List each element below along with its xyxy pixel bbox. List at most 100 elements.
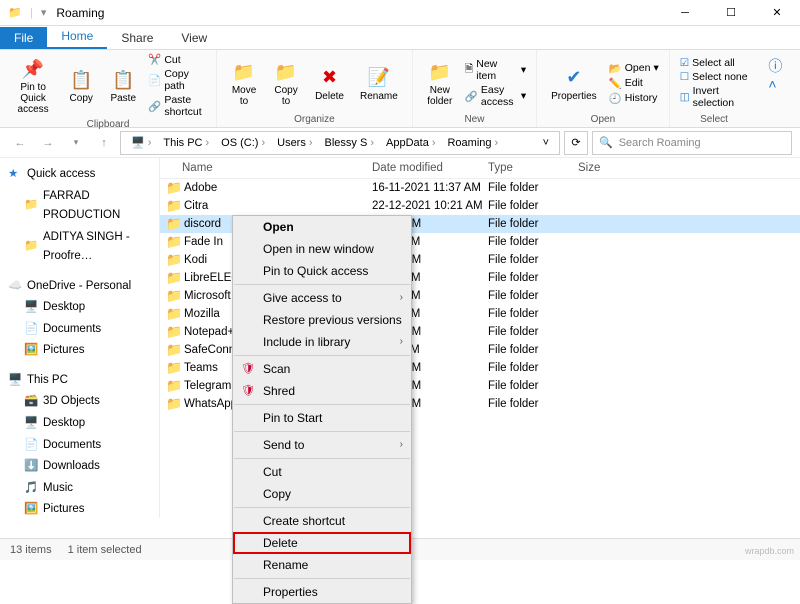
ctx-pin-quick[interactable]: Pin to Quick access: [233, 260, 411, 282]
ctx-include[interactable]: Include in library›: [233, 331, 411, 353]
properties-button[interactable]: ✔︎Properties: [545, 52, 603, 114]
refresh-button[interactable]: ⟳: [564, 131, 588, 155]
ctx-rename[interactable]: Rename: [233, 554, 411, 576]
ctx-copy[interactable]: Copy: [233, 483, 411, 505]
nav-aditya[interactable]: 📁ADITYA SINGH - Proofre…: [4, 227, 155, 268]
breadcrumb-segment[interactable]: Users ›: [271, 135, 318, 151]
breadcrumb-segment[interactable]: Roaming ›: [441, 135, 504, 151]
delete-button[interactable]: ✖Delete: [309, 52, 350, 114]
nav-desktop[interactable]: 🖥️Desktop: [4, 413, 155, 435]
ctx-sendto[interactable]: Send to›: [233, 434, 411, 456]
ribbon-help-button[interactable]: ⓘ ˄: [758, 50, 800, 127]
breadcrumb-segment[interactable]: This PC ›: [157, 135, 215, 151]
selectall-button[interactable]: ☑︎Select all: [678, 56, 751, 70]
file-row[interactable]: 📁Adobe16-11-2021 11:37 AMFile folder: [160, 179, 800, 197]
ribbon: 📌Pin to Quick access 📋Copy 📋Paste ✂️Cut …: [0, 50, 800, 128]
nav-documents[interactable]: 📄Documents: [4, 319, 155, 341]
nav-pictures[interactable]: 🖼️Pictures: [4, 499, 155, 518]
folder-icon: 📁: [166, 288, 182, 304]
nav-pictures[interactable]: 🖼️Pictures: [4, 340, 155, 362]
ribbon-new: 📁New folder 🗎New item ▾ 🔗Easy access ▾ N…: [413, 50, 537, 127]
ctx-shortcut[interactable]: Create shortcut: [233, 510, 411, 532]
cut-button[interactable]: ✂️Cut: [146, 52, 208, 67]
nav-music[interactable]: 🎵Music: [4, 478, 155, 500]
nav-documents[interactable]: 📄Documents: [4, 435, 155, 457]
col-type[interactable]: Type: [488, 162, 578, 174]
tab-view[interactable]: View: [167, 27, 221, 49]
breadcrumb-segment[interactable]: Blessy S ›: [319, 135, 380, 151]
qat-dropdown[interactable]: ▾: [41, 6, 57, 19]
ctx-new-window[interactable]: Open in new window: [233, 238, 411, 260]
ctx-pin-start[interactable]: Pin to Start: [233, 407, 411, 429]
pin-quick-access-button[interactable]: 📌Pin to Quick access: [8, 52, 58, 119]
tab-share[interactable]: Share: [107, 27, 167, 49]
moveto-button[interactable]: 📁Move to: [225, 52, 263, 114]
edit-button[interactable]: ✏️Edit: [607, 76, 661, 91]
nav-forward[interactable]: →: [36, 131, 60, 155]
nav-recent[interactable]: ▾: [64, 131, 88, 155]
copy-path-button[interactable]: 📄Copy path: [146, 67, 208, 93]
ctx-give-access[interactable]: Give access to›: [233, 287, 411, 309]
nav-back[interactable]: ←: [8, 131, 32, 155]
tab-home[interactable]: Home: [47, 25, 107, 49]
rename-button[interactable]: 📝Rename: [354, 52, 404, 114]
history-button[interactable]: 🕘History: [607, 91, 661, 106]
close-button[interactable]: ✕: [754, 0, 800, 26]
nav-quick-access[interactable]: ★Quick access: [4, 164, 155, 186]
open-button[interactable]: 📂Open ▾: [607, 61, 661, 76]
ctx-shred[interactable]: 🛡Shred: [233, 380, 411, 402]
ctx-restore[interactable]: Restore previous versions: [233, 309, 411, 331]
cut-icon: ✂️: [148, 53, 161, 66]
breadcrumb-segment[interactable]: AppData ›: [380, 135, 441, 151]
ribbon-open: ✔︎Properties 📂Open ▾ ✏️Edit 🕘History Ope…: [537, 50, 670, 127]
ctx-open[interactable]: Open: [233, 216, 411, 238]
status-selected: 1 item selected: [68, 544, 142, 556]
search-input[interactable]: 🔍Search Roaming: [592, 131, 792, 155]
pc-icon: 🖥️: [8, 371, 22, 391]
breadcrumb[interactable]: 🖥️ › This PC ›OS (C:) ›Users ›Blessy S ›…: [120, 131, 560, 155]
folder-icon: 📁: [24, 196, 38, 216]
folder-icon: 📁: [166, 270, 182, 286]
breadcrumb-dropdown[interactable]: ˅: [537, 135, 555, 151]
ctx-delete[interactable]: Delete: [233, 532, 411, 554]
tab-file[interactable]: File: [0, 27, 47, 49]
selectnone-button[interactable]: ☐Select none: [678, 70, 751, 84]
nav-downloads[interactable]: ⬇️Downloads: [4, 456, 155, 478]
col-size[interactable]: Size: [578, 162, 638, 174]
ctx-cut[interactable]: Cut: [233, 461, 411, 483]
newfolder-button[interactable]: 📁New folder: [421, 52, 459, 114]
file-row[interactable]: 📁Citra22-12-2021 10:21 AMFile folder: [160, 197, 800, 215]
nav-up[interactable]: ↑: [92, 131, 116, 155]
breadcrumb-segment[interactable]: OS (C:) ›: [215, 135, 271, 151]
nav-desktop[interactable]: 🖥️Desktop: [4, 297, 155, 319]
nav-onedrive[interactable]: ☁️OneDrive - Personal: [4, 276, 155, 298]
breadcrumb-root-icon[interactable]: 🖥️ ›: [125, 134, 157, 151]
nav-farrad[interactable]: 📁FARRAD PRODUCTION: [4, 186, 155, 227]
moveto-icon: 📁: [231, 59, 257, 85]
open-icon: 📂: [609, 62, 622, 75]
ctx-scan[interactable]: 🛡Scan: [233, 358, 411, 380]
maximize-button[interactable]: ☐: [708, 0, 754, 26]
copy-button[interactable]: 📋Copy: [62, 52, 100, 119]
copyto-icon: 📁: [273, 59, 299, 85]
nav-3d-objects[interactable]: 🗃️3D Objects: [4, 391, 155, 413]
col-modified[interactable]: Date modified: [372, 162, 488, 174]
copypath-icon: 📄: [148, 74, 161, 87]
copyto-button[interactable]: 📁Copy to: [267, 52, 305, 114]
ctx-properties[interactable]: Properties: [233, 581, 411, 603]
folder-icon: 📁: [166, 234, 182, 250]
paste-button[interactable]: 📋Paste: [104, 52, 142, 119]
minimize-button[interactable]: ─: [662, 0, 708, 26]
window-title: Roaming: [56, 6, 662, 20]
invert-button[interactable]: ◫Invert selection: [678, 84, 751, 110]
nav-thispc[interactable]: 🖥️This PC: [4, 370, 155, 392]
folder-icon: 📁: [166, 396, 182, 412]
paste-shortcut-button[interactable]: 🔗Paste shortcut: [146, 93, 208, 119]
easyaccess-icon: 🔗: [465, 90, 478, 103]
folder-icon: 📁: [24, 237, 38, 257]
col-name[interactable]: Name: [182, 162, 372, 174]
easyaccess-button[interactable]: 🔗Easy access ▾: [463, 83, 528, 109]
newitem-button[interactable]: 🗎New item ▾: [463, 57, 528, 83]
column-headers[interactable]: Name Date modified Type Size: [160, 158, 800, 179]
chevron-right-icon: ›: [400, 292, 403, 303]
